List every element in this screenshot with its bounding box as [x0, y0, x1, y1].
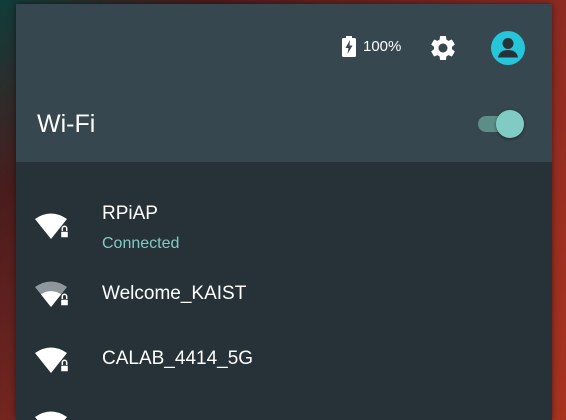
wifi-header: 100% Wi-Fi: [16, 4, 552, 162]
wifi-title: Wi-Fi: [37, 110, 96, 138]
network-name: Welcome_KAIST: [102, 283, 247, 304]
network-status: Connected: [102, 235, 180, 252]
account-circle-icon[interactable]: [490, 30, 526, 66]
battery-level: 100%: [363, 38, 402, 55]
wifi-toggle[interactable]: [476, 108, 528, 140]
network-item-partial[interactable]: [16, 402, 552, 420]
wifi-lock-icon: [35, 281, 70, 307]
wifi-lock-icon: [35, 213, 70, 239]
status-row: 100%: [16, 26, 552, 70]
network-item-calab-4414-5g[interactable]: CALAB_4414_5G: [16, 338, 552, 394]
gear-icon[interactable]: [428, 33, 458, 63]
wifi-toggle-thumb: [496, 110, 524, 138]
network-name: CALAB_4414_5G: [102, 348, 254, 369]
network-item-rpiap[interactable]: RPiAP Connected: [16, 200, 552, 264]
battery-charging-icon: [342, 36, 356, 57]
wifi-lock-icon: [35, 347, 70, 373]
wifi-lock-icon: [35, 411, 67, 420]
network-name: RPiAP: [102, 203, 158, 224]
quick-settings-panel: 100% Wi-Fi RPiAP Connected Welcome_KAIST…: [16, 4, 552, 420]
network-item-welcome-kaist[interactable]: Welcome_KAIST: [16, 274, 552, 330]
